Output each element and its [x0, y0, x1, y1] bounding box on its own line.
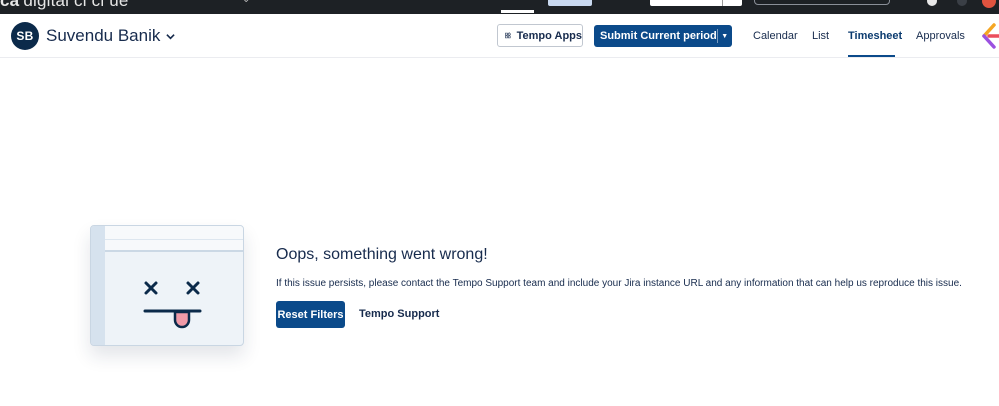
submit-label: Submit Current period [600, 30, 717, 42]
tab-timesheet[interactable]: Timesheet [848, 30, 902, 42]
active-nav-indicator [501, 10, 534, 13]
brand-logo[interactable]: ca digital ci cl ue [0, 0, 129, 11]
tempo-apps-label: Tempo Apps [516, 29, 582, 42]
top-input-field[interactable]: 45 [650, 0, 742, 6]
error-title: Oops, something went wrong! [276, 246, 488, 263]
tempo-logo-icon[interactable] [980, 23, 999, 49]
user-selector[interactable]: Suvendu Banik [46, 26, 176, 46]
settings-icon[interactable] [957, 0, 967, 6]
submit-period-button[interactable]: Submit Current period ▼ [594, 25, 732, 47]
create-button[interactable] [548, 0, 592, 6]
illustration-sidebar [91, 226, 105, 345]
illustration-topbar [105, 226, 243, 252]
tab-approvals[interactable]: Approvals [916, 30, 965, 42]
chevron-down-icon[interactable]: ⌄ [242, 0, 250, 5]
apps-grid-icon [505, 32, 511, 39]
tab-list[interactable]: List [812, 30, 829, 42]
help-icon[interactable] [927, 0, 937, 6]
error-face-icon [143, 281, 202, 329]
error-description: If this issue persists, please contact t… [276, 278, 962, 289]
active-tab-indicator [848, 55, 895, 57]
jira-top-bar: cadigital ci cl ue ⌄ 45 [0, 0, 999, 14]
search-input[interactable] [754, 0, 890, 5]
reset-filters-button[interactable]: Reset Filters [276, 301, 345, 328]
tempo-apps-button[interactable]: Tempo Apps [497, 24, 583, 47]
error-illustration [90, 225, 244, 346]
tempo-support-link[interactable]: Tempo Support [359, 308, 439, 320]
dropdown-arrow-icon[interactable]: ▼ [717, 33, 732, 40]
avatar[interactable]: SB [11, 22, 39, 50]
tab-calendar[interactable]: Calendar [753, 30, 798, 42]
profile-avatar[interactable] [982, 0, 996, 8]
tempo-header: SB Suvendu Banik Tempo Apps Submit Curre… [0, 14, 999, 58]
caret-down-icon [166, 33, 176, 39]
user-name: Suvendu Banik [46, 26, 161, 45]
